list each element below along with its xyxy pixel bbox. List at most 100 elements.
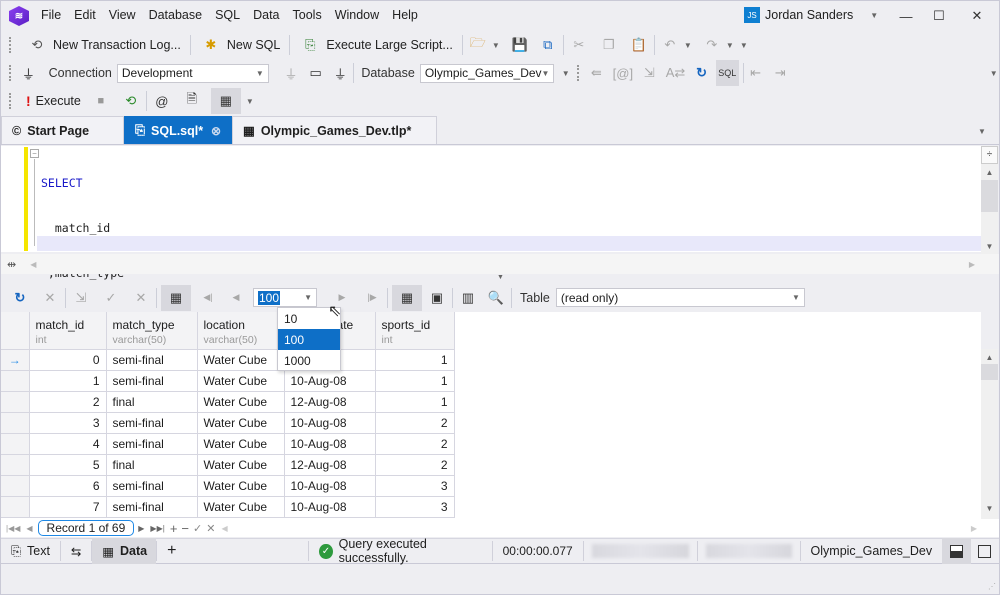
text-view-tab[interactable]: ⎘ Text xyxy=(1,538,60,564)
connect-icon[interactable]: ⏚ xyxy=(283,62,300,84)
first-record-icon[interactable]: |◀◀ xyxy=(6,524,20,533)
query-parameters-icon[interactable]: @ xyxy=(151,90,173,112)
cell-match-id[interactable]: 2 xyxy=(29,391,107,413)
scroll-up-icon[interactable]: ▲ xyxy=(981,353,998,362)
cell-location[interactable]: Water Cube xyxy=(197,496,285,518)
scroll-down-icon[interactable]: ▼ xyxy=(981,504,998,513)
import-icon[interactable]: ⇲ xyxy=(70,287,92,309)
last-record-icon[interactable]: ▶▶| xyxy=(150,524,164,533)
database-select[interactable]: Olympic_Games_Dev ▼ xyxy=(419,63,555,83)
add-record-icon[interactable]: + xyxy=(170,521,178,536)
scroll-right-icon[interactable]: ▶ xyxy=(971,524,977,533)
copy-icon[interactable]: ❐ xyxy=(598,34,620,56)
cell-location[interactable]: Water Cube xyxy=(197,454,285,476)
undo-icon[interactable]: ↶ xyxy=(659,34,681,56)
console-icon[interactable]: ▭ xyxy=(307,62,324,84)
cell-match-type[interactable]: semi-final xyxy=(106,433,198,455)
table-row[interactable]: 7 semi-final Water Cube 10-Aug-08 3 xyxy=(1,496,455,518)
table-select[interactable]: (read only) ▼ xyxy=(555,288,805,307)
cell-match-type[interactable]: semi-final xyxy=(106,412,198,434)
new-transaction-log-button[interactable]: ⟲ New Transaction Log... xyxy=(21,33,186,57)
page-size-option[interactable]: 1000 xyxy=(278,350,340,371)
tab-start-page[interactable]: © Start Page xyxy=(1,116,124,144)
menu-tools[interactable]: Tools xyxy=(293,8,322,22)
cell-location[interactable]: Water Cube xyxy=(197,370,285,392)
cell-match-date[interactable]: 12-Aug-08 xyxy=(284,391,376,413)
paste-icon[interactable]: 📋 xyxy=(628,34,650,56)
execution-history-icon[interactable]: ⟲ xyxy=(120,90,142,112)
row-indicator[interactable] xyxy=(1,412,30,434)
cell-match-date[interactable]: 10-Aug-08 xyxy=(284,370,376,392)
refresh-icon[interactable]: ↻ xyxy=(693,62,710,84)
cell-match-type[interactable]: semi-final xyxy=(106,475,198,497)
cell-match-type[interactable]: semi-final xyxy=(106,496,198,518)
maximize-button[interactable]: ☐ xyxy=(921,5,957,27)
previous-record-icon[interactable]: ◀ xyxy=(26,524,32,533)
row-indicator[interactable] xyxy=(1,475,30,497)
cell-match-id[interactable]: 3 xyxy=(29,412,107,434)
row-indicator[interactable] xyxy=(1,370,30,392)
cell-location[interactable]: Water Cube xyxy=(197,412,285,434)
cell-sports-id[interactable]: 2 xyxy=(375,454,455,476)
menu-view[interactable]: View xyxy=(109,8,136,22)
toolbar-options-icon[interactable]: ▼ xyxy=(243,97,257,106)
menu-window[interactable]: Window xyxy=(335,8,379,22)
first-page-icon[interactable]: ◀| xyxy=(197,287,219,309)
table-row[interactable]: → 0 semi-final Water Cube 1 xyxy=(1,349,455,371)
disconnect-icon[interactable]: ⏚ xyxy=(332,62,349,84)
record-position[interactable]: Record 1 of 69 xyxy=(37,520,135,536)
cell-location[interactable]: Water Cube xyxy=(197,391,285,413)
scroll-left-icon[interactable]: ◀ xyxy=(221,524,227,533)
resize-grip-icon[interactable]: ⋰ xyxy=(988,582,996,591)
cell-match-id[interactable]: 6 xyxy=(29,475,107,497)
redo-dropdown-icon[interactable]: ▼ xyxy=(723,41,737,50)
cell-match-type[interactable]: final xyxy=(106,391,198,413)
cut-icon[interactable]: ✂ xyxy=(568,34,590,56)
close-tab-icon[interactable]: ⊗ xyxy=(211,124,221,138)
export-grid-icon[interactable]: ▦ xyxy=(210,88,241,114)
cancel-changes-icon[interactable]: ✕ xyxy=(130,287,152,309)
find-icon[interactable]: 🔍 xyxy=(485,287,507,309)
cell-match-type[interactable]: semi-final xyxy=(106,349,198,371)
execute-large-script-button[interactable]: ⎘ Execute Large Script... xyxy=(294,33,457,57)
next-record-icon[interactable]: ▶ xyxy=(138,524,144,533)
cell-sports-id[interactable]: 1 xyxy=(375,349,455,371)
split-horizontal-icon[interactable]: ⇹ xyxy=(7,258,16,271)
chevron-down-icon[interactable]: ▼ xyxy=(867,11,881,20)
new-sql-button[interactable]: ✱ New SQL xyxy=(195,33,286,57)
toolbar-grip[interactable] xyxy=(9,65,14,81)
collapse-icon[interactable]: − xyxy=(30,149,39,158)
text-replace-icon[interactable]: A⇄ xyxy=(666,62,686,84)
cell-sports-id[interactable]: 3 xyxy=(375,475,455,497)
stop-icon[interactable]: ■ xyxy=(90,90,112,112)
page-size-option-selected[interactable]: 100 xyxy=(278,329,340,350)
cell-sports-id[interactable]: 1 xyxy=(375,391,455,413)
toolbar-options-icon[interactable]: ▼ xyxy=(737,41,751,50)
refresh-data-icon[interactable]: ↻ xyxy=(9,287,31,309)
cell-match-date[interactable]: 10-Aug-08 xyxy=(284,433,376,455)
scroll-down-icon[interactable]: ▼ xyxy=(981,242,998,251)
grid-vertical-scrollbar[interactable]: ▲ ▼ xyxy=(981,349,998,519)
toolbar-options-icon[interactable]: ▼ xyxy=(560,69,571,78)
save-all-icon[interactable]: ⧉ xyxy=(537,34,559,56)
cell-location[interactable]: Water Cube xyxy=(197,475,285,497)
row-indicator[interactable] xyxy=(1,454,30,476)
scroll-thumb[interactable] xyxy=(981,180,998,212)
table-row[interactable]: 5 final Water Cube 12-Aug-08 2 xyxy=(1,454,455,476)
toolbar-options-icon[interactable]: ▼ xyxy=(988,69,999,78)
toolbar-grip[interactable] xyxy=(9,37,15,53)
cell-location[interactable]: Water Cube xyxy=(197,433,285,455)
export-text-icon[interactable]: 🗎 xyxy=(181,90,203,112)
menu-data[interactable]: Data xyxy=(253,8,279,22)
table-row[interactable]: 1 semi-final Water Cube 10-Aug-08 1 xyxy=(1,370,455,392)
column-header[interactable]: sports_id int xyxy=(375,312,455,350)
toolbar-grip[interactable] xyxy=(9,93,15,109)
open-dropdown-icon[interactable]: ▼ xyxy=(489,41,503,50)
add-tab-button[interactable]: + xyxy=(157,538,186,564)
current-row-indicator-icon[interactable]: → xyxy=(1,349,30,371)
table-row[interactable]: 3 semi-final Water Cube 10-Aug-08 2 xyxy=(1,412,455,434)
cell-match-date[interactable]: 12-Aug-08 xyxy=(284,454,376,476)
tab-olympic-games-dev[interactable]: ▦ Olympic_Games_Dev.tlp* xyxy=(232,116,437,144)
jump-to-icon[interactable]: ⇲ xyxy=(641,62,658,84)
close-button[interactable]: ✕ xyxy=(959,5,995,27)
